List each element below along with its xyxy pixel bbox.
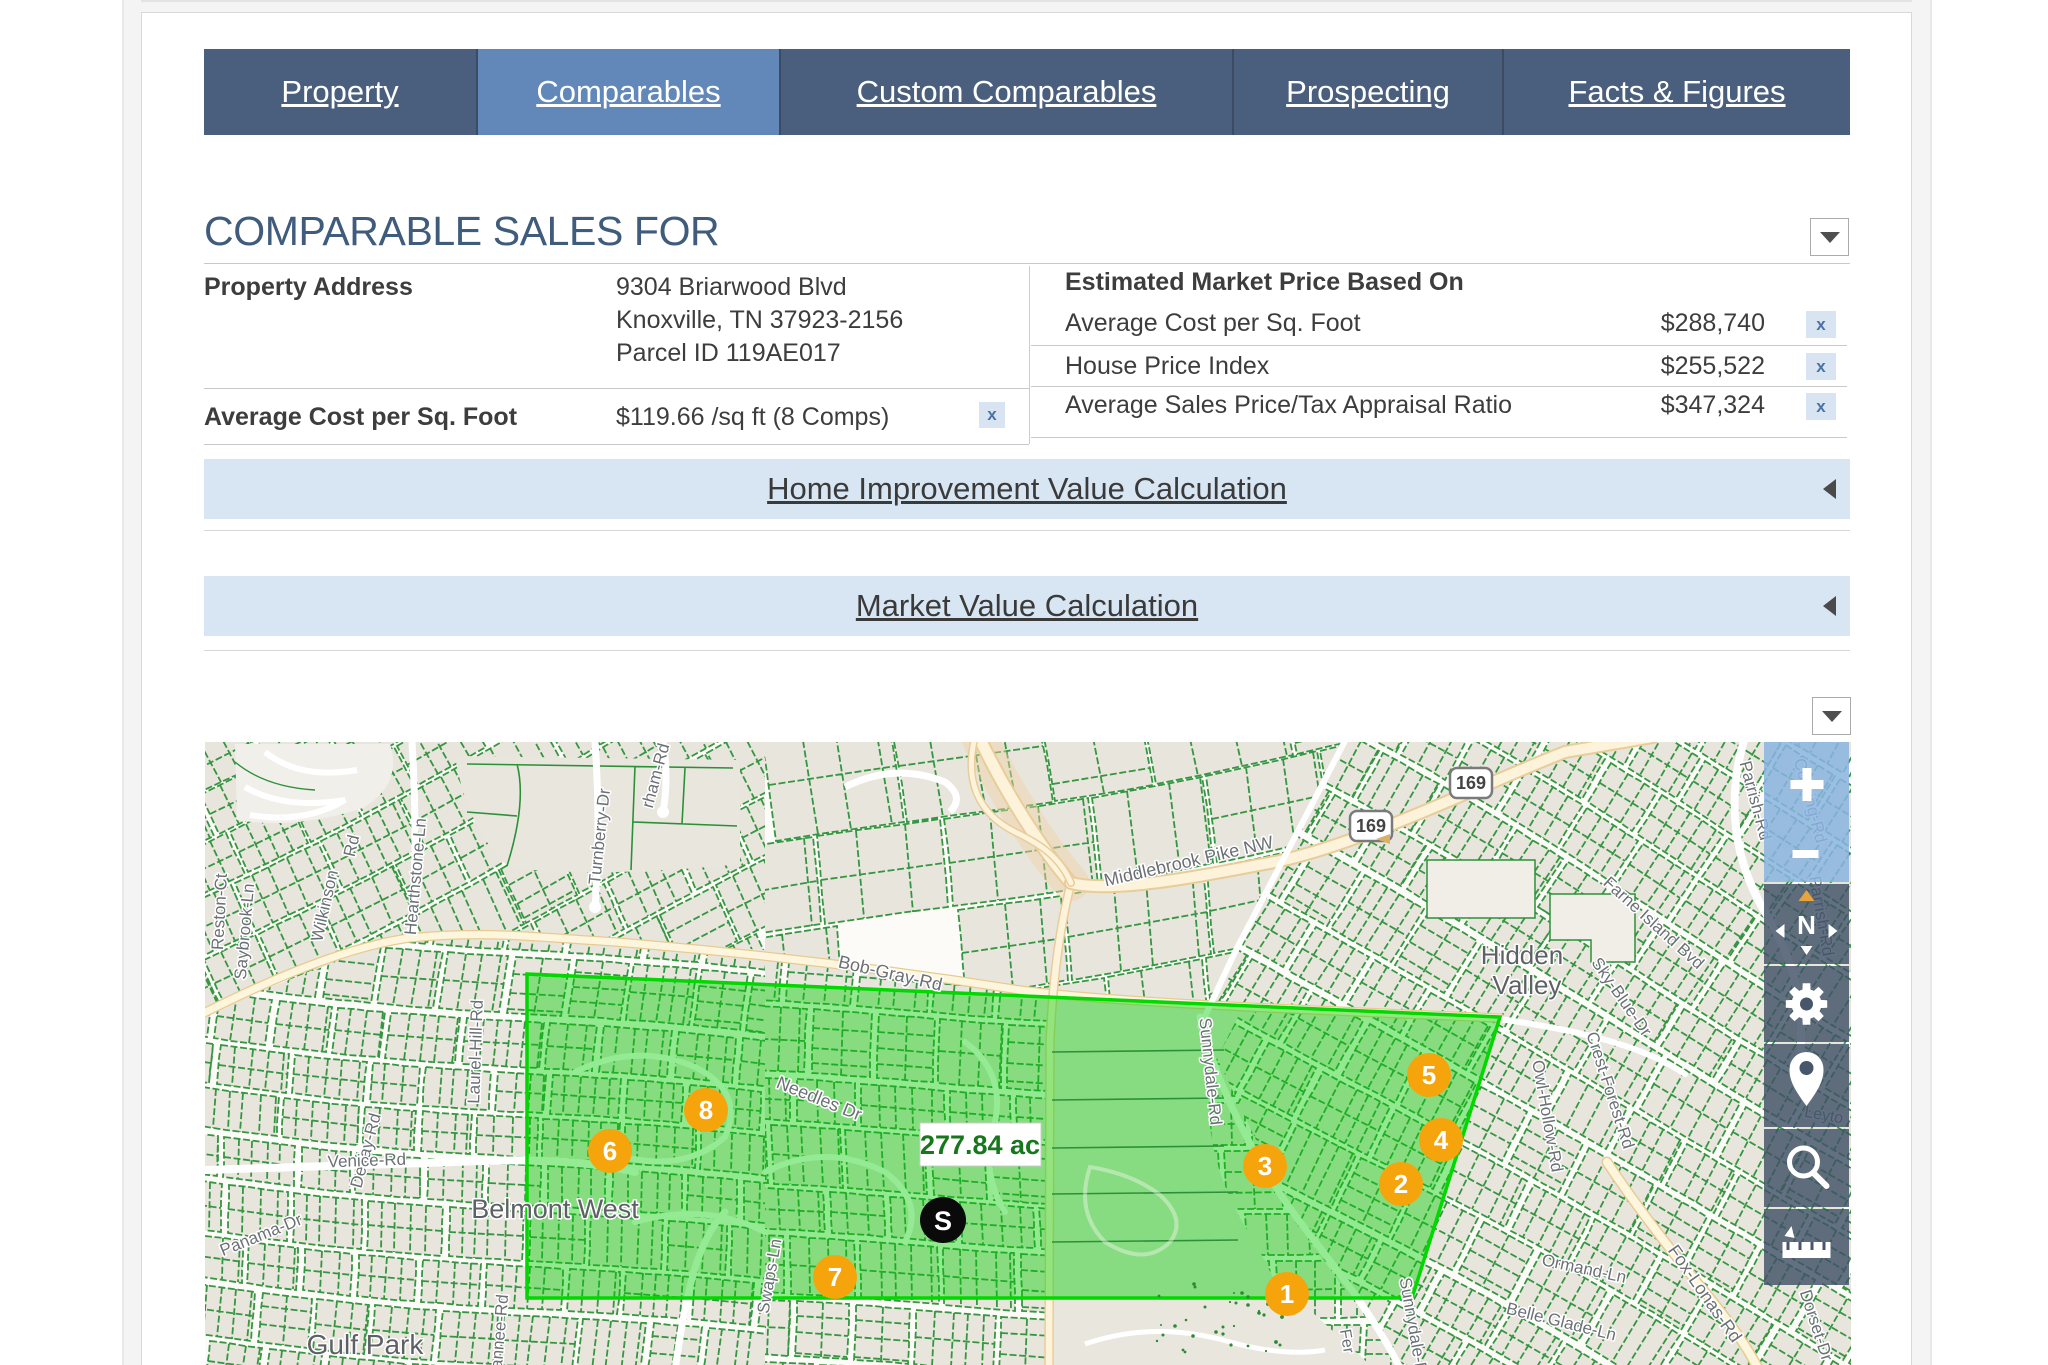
svg-text:2: 2 (1394, 1169, 1408, 1199)
svg-text:169: 169 (1356, 816, 1386, 836)
svg-text:277.84 ac: 277.84 ac (920, 1130, 1040, 1160)
svg-text:Hidden: Hidden (1481, 940, 1563, 970)
svg-text:Valley: Valley (1493, 970, 1562, 1000)
svg-text:1: 1 (1280, 1279, 1294, 1309)
svg-text:S: S (934, 1206, 952, 1236)
svg-text:4: 4 (1434, 1125, 1449, 1155)
svg-text:Laurel-Hill-Rd: Laurel-Hill-Rd (464, 1000, 487, 1105)
svg-text:169: 169 (1456, 773, 1486, 793)
svg-text:Gulf Park: Gulf Park (307, 1329, 425, 1360)
svg-text:3: 3 (1258, 1151, 1272, 1181)
svg-text:7: 7 (828, 1262, 842, 1292)
svg-text:Reston-Ct: Reston-Ct (208, 873, 231, 951)
svg-text:6: 6 (603, 1136, 617, 1166)
svg-text:5: 5 (1422, 1060, 1436, 1090)
svg-text:Venice-Rd: Venice-Rd (327, 1150, 406, 1172)
svg-text:Belmont West: Belmont West (471, 1194, 639, 1224)
svg-text:N: N (1797, 910, 1816, 940)
svg-text:8: 8 (699, 1095, 713, 1125)
